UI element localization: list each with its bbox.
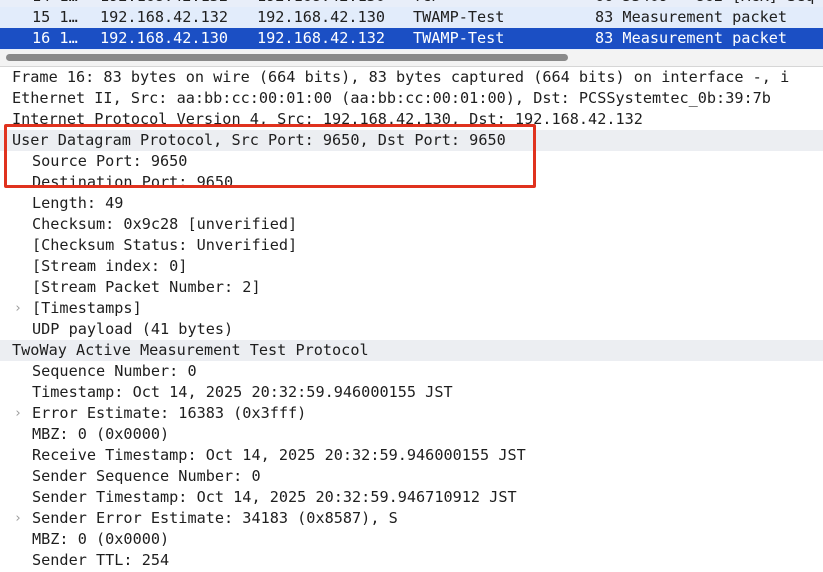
tree-row-label: Ethernet II, Src: aa:bb:cc:00:01:00 (aa:… [12,89,771,107]
packet-row-selected[interactable]: 16 1… 192.168.42.130 192.168.42.132 TWAMP-T… [0,28,823,49]
tree-field-row[interactable]: MBZ: 0 (0x0000) [0,529,823,550]
destination-cell: 192.168.42.130 [257,0,385,7]
chevron-right-icon[interactable]: › [14,508,22,529]
info-cell: 83 Measurement packet [595,29,788,47]
tree-field-row[interactable]: [Stream Packet Number: 2] [0,277,823,298]
tree-field-row[interactable]: Sender Timestamp: Oct 14, 2025 20:32:59.… [0,487,823,508]
tree-row-label: [Checksum Status: Unverified] [32,236,298,254]
tree-row-label: Receive Timestamp: Oct 14, 2025 20:32:59… [32,446,526,464]
tree-field-row[interactable]: › [Timestamps] [0,298,823,319]
tree-row-label: [Stream Packet Number: 2] [32,278,261,296]
tree-field-row[interactable]: Sender TTL: 254 [0,550,823,571]
tree-section-row[interactable]: Ethernet II, Src: aa:bb:cc:00:01:00 (aa:… [0,88,823,109]
chevron-right-icon[interactable]: › [14,403,22,424]
scrollbar-thumb[interactable] [6,54,568,61]
tree-row-label: MBZ: 0 (0x0000) [32,530,170,548]
tree-row-label: [Timestamps] [32,299,142,317]
tree-field-row[interactable]: › Error Estimate: 16383 (0x3fff) [0,403,823,424]
source-cell: 192.168.42.130 [100,29,229,47]
protocol-cell: TWAMP-Test [413,8,505,26]
horizontal-scrollbar[interactable] [0,50,823,67]
info-cell: 83 Measurement packet [595,8,788,26]
tree-field-row[interactable]: Sequence Number: 0 [0,361,823,382]
chevron-right-icon[interactable]: › [14,298,22,319]
tree-row-label: Sender Timestamp: Oct 14, 2025 20:32:59.… [32,488,517,506]
destination-cell: 192.168.42.132 [257,29,386,47]
tree-row-label: TwoWay Active Measurement Test Protocol [12,341,369,359]
tree-field-row[interactable]: Length: 49 [0,193,823,214]
protocol-cell: TCP [413,0,440,7]
packet-list[interactable]: 14 1… 192.168.42.132 192.168.42.130 TCP 66 5… [0,0,823,50]
packet-row[interactable]: 14 1… 192.168.42.132 192.168.42.130 TCP 66 5… [0,0,823,7]
tree-row-label: Checksum: 0x9c28 [unverified] [32,215,298,233]
tree-field-row[interactable]: [Stream index: 0] [0,256,823,277]
tree-row-label: MBZ: 0 (0x0000) [32,425,170,443]
tree-field-row[interactable]: [Checksum Status: Unverified] [0,235,823,256]
tree-row-label: Error Estimate: 16383 (0x3fff) [32,404,307,422]
protocol-cell: TWAMP-Test [413,29,505,47]
tree-field-row[interactable]: Timestamp: Oct 14, 2025 20:32:59.9460001… [0,382,823,403]
highlight-annotation-box [4,124,536,188]
source-cell: 192.168.42.132 [100,0,228,7]
packet-no-cell: 16 1… [32,29,78,47]
tree-row-label: [Stream index: 0] [32,257,188,275]
tree-row-label: Sequence Number: 0 [32,362,197,380]
tree-field-row[interactable]: MBZ: 0 (0x0000) [0,424,823,445]
packet-no-cell: 15 1… [32,8,78,26]
destination-cell: 192.168.42.130 [257,8,386,26]
tree-field-row[interactable]: › Sender Error Estimate: 34183 (0x8587), … [0,508,823,529]
packet-no-cell: 14 1… [32,0,78,7]
tree-field-row[interactable]: Checksum: 0x9c28 [unverified] [0,214,823,235]
tree-field-row[interactable]: Sender Sequence Number: 0 [0,466,823,487]
tree-field-row[interactable]: Receive Timestamp: Oct 14, 2025 20:32:59… [0,445,823,466]
tree-row-label: Frame 16: 83 bytes on wire (664 bits), 8… [12,68,790,86]
packet-row[interactable]: 15 1… 192.168.42.132 192.168.42.130 TWAMP-T… [0,7,823,28]
tree-row-label: Sender TTL: 254 [32,551,170,569]
tree-section-header[interactable]: TwoWay Active Measurement Test Protocol [0,340,823,361]
source-cell: 192.168.42.132 [100,8,229,26]
info-cell: 66 53409 → 862 [ACK] Seq= [595,0,823,7]
tree-row-label: Length: 49 [32,194,124,212]
tree-row-label: Sender Sequence Number: 0 [32,467,261,485]
tree-row-label: Sender Error Estimate: 34183 (0x8587), S [32,509,398,527]
tree-field-row[interactable]: UDP payload (41 bytes) [0,319,823,340]
tree-section-row[interactable]: Frame 16: 83 bytes on wire (664 bits), 8… [0,67,823,88]
tree-row-label: UDP payload (41 bytes) [32,320,234,338]
tree-row-label: Timestamp: Oct 14, 2025 20:32:59.9460001… [32,383,453,401]
